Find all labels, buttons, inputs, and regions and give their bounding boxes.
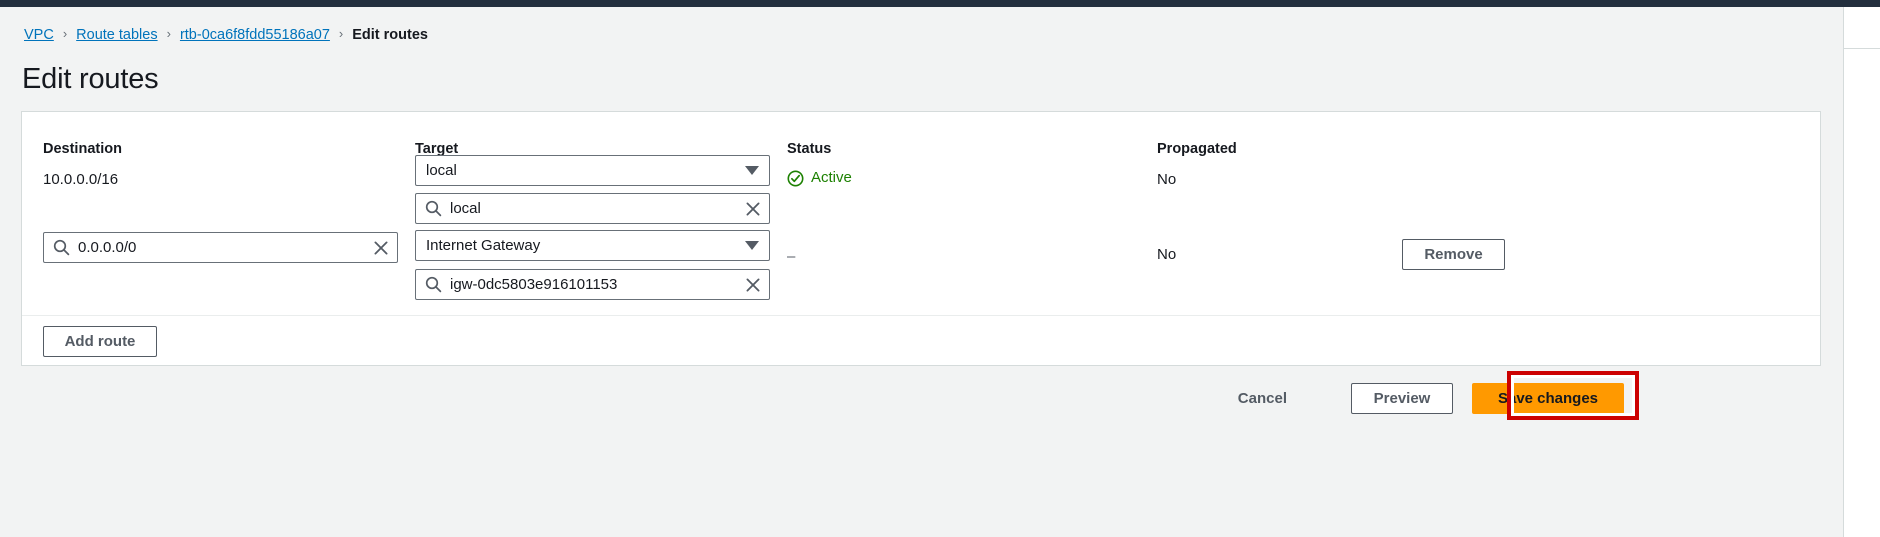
- check-circle-icon: [787, 170, 804, 186]
- clear-icon[interactable]: [744, 276, 762, 294]
- page-right-gutter: [1843, 7, 1880, 537]
- row-0-status: Active: [787, 168, 852, 188]
- breadcrumb-item-route-tables[interactable]: Route tables: [76, 26, 157, 44]
- search-icon: [425, 200, 442, 217]
- row-0-target-select[interactable]: local: [415, 155, 770, 186]
- row-0-propagated-value: No: [1157, 171, 1177, 188]
- row-0-target-search-input[interactable]: local: [415, 193, 770, 224]
- page-container: VPC › Route tables › rtb-0ca6f8fdd55186a…: [0, 7, 1843, 537]
- row-1-remove-button[interactable]: Remove: [1402, 239, 1505, 270]
- page-title: Edit routes: [22, 63, 159, 95]
- add-route-button[interactable]: Add route: [43, 326, 157, 357]
- breadcrumb-separator-icon: ›: [338, 26, 344, 41]
- breadcrumb-separator-icon: ›: [62, 26, 68, 41]
- chevron-down-icon: [745, 241, 759, 250]
- column-header-propagated: Propagated: [1157, 141, 1237, 157]
- breadcrumb-item-edit-routes: Edit routes: [352, 27, 428, 43]
- clear-icon[interactable]: [372, 239, 390, 257]
- search-icon: [53, 239, 70, 256]
- clear-icon[interactable]: [744, 200, 762, 218]
- breadcrumb-separator-icon: ›: [166, 26, 171, 41]
- row-1-status-text: –: [787, 248, 796, 265]
- console-top-nav-bar: [0, 0, 1880, 7]
- row-1-target-search-value: igw-0dc5803e916101153: [450, 275, 618, 293]
- search-icon: [425, 276, 442, 293]
- row-0-status-text: Active: [811, 169, 852, 186]
- row-1-destination-input[interactable]: 0.0.0.0/0: [43, 232, 398, 263]
- right-gutter-divider: [1844, 48, 1880, 49]
- breadcrumb-item-route-table-id[interactable]: rtb-0ca6f8fdd55186a07: [180, 26, 330, 44]
- row-0-target-search-value: local: [450, 199, 481, 217]
- routes-card: Destination Target Status Propagated 10.…: [21, 111, 1821, 366]
- routes-card-footer: Add route: [22, 315, 1820, 366]
- column-header-status: Status: [787, 141, 832, 157]
- column-header-destination: Destination: [43, 141, 122, 157]
- form-actions: Cancel Preview Save changes: [0, 371, 1843, 435]
- breadcrumb: VPC › Route tables › rtb-0ca6f8fdd55186a…: [24, 26, 428, 44]
- row-0-destination-value: 10.0.0.0/16: [43, 171, 119, 188]
- row-1-target-search-input[interactable]: igw-0dc5803e916101153: [415, 269, 770, 300]
- row-1-propagated-value: No: [1157, 246, 1177, 263]
- row-0-target-select-value: local: [426, 161, 457, 179]
- save-changes-button[interactable]: Save changes: [1472, 383, 1624, 414]
- row-1-destination-value: 0.0.0.0/0: [78, 238, 137, 256]
- routes-grid: Destination Target Status Propagated 10.…: [22, 112, 1820, 315]
- chevron-down-icon: [745, 166, 759, 175]
- cancel-button[interactable]: Cancel: [1228, 383, 1297, 414]
- breadcrumb-item-vpc[interactable]: VPC: [24, 26, 54, 44]
- preview-button[interactable]: Preview: [1351, 383, 1453, 414]
- row-1-target-select-value: Internet Gateway: [426, 236, 541, 254]
- row-1-target-select[interactable]: Internet Gateway: [415, 230, 770, 261]
